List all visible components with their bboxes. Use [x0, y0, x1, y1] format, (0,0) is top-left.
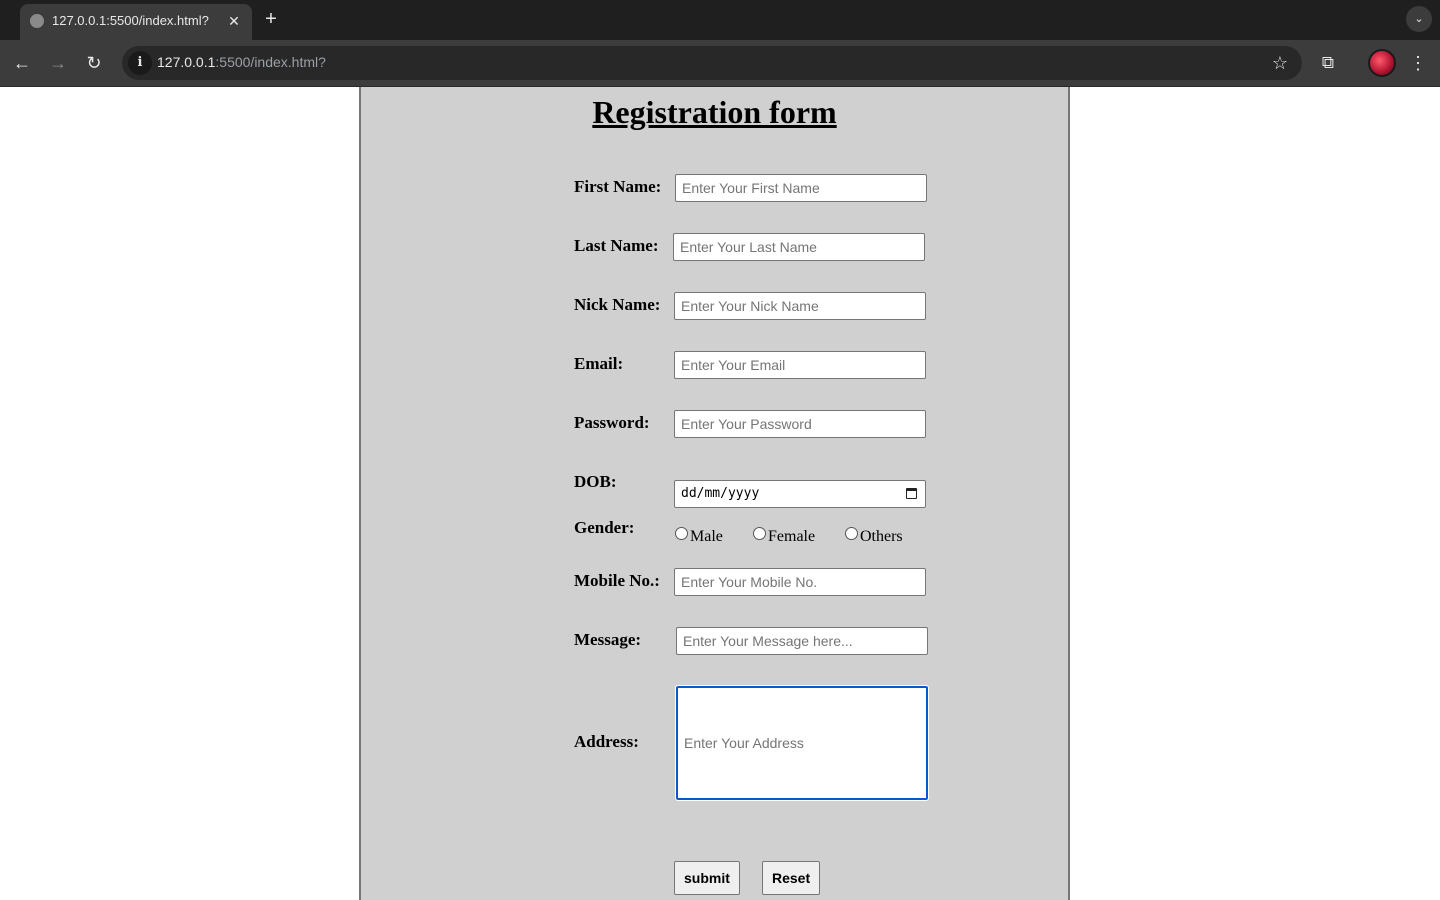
chevron-down-icon[interactable]: ⌄ [1406, 6, 1432, 32]
browser-toolbar: ← → ↻ i 127.0.0.1:5500/index.html? ☆ ⧉ ⋮ [0, 40, 1440, 87]
nick-name-label: Nick Name: [574, 295, 661, 314]
site-info-icon[interactable]: i [128, 51, 152, 75]
nick-name-input[interactable] [674, 292, 926, 320]
gender-option-male[interactable]: Male [675, 527, 723, 546]
email-label: Email: [574, 354, 624, 373]
dob-placeholder: dd/mm/yyyy [681, 486, 760, 501]
message-label: Message: [574, 630, 642, 649]
address-textarea[interactable] [675, 685, 929, 801]
new-tab-icon[interactable]: + [260, 9, 282, 31]
first-name-input[interactable] [675, 174, 927, 202]
address-label: Address: [574, 732, 639, 751]
reload-icon[interactable]: ↻ [82, 51, 106, 75]
message-input[interactable] [676, 627, 928, 655]
gender-male-label: Male [690, 528, 723, 545]
password-label: Password: [574, 413, 650, 432]
more-menu-icon[interactable]: ⋮ [1406, 51, 1430, 75]
mobile-input[interactable] [674, 568, 926, 596]
password-input[interactable] [674, 410, 926, 438]
tab-title: 127.0.0.1:5500/index.html? [52, 13, 209, 28]
address-bar[interactable]: i 127.0.0.1:5500/index.html? ☆ [122, 46, 1302, 80]
gender-others-label: Others [860, 528, 903, 545]
first-name-label: First Name: [574, 177, 662, 196]
url-path: :5500/index.html? [215, 54, 326, 70]
last-name-label: Last Name: [574, 236, 659, 255]
extensions-icon[interactable]: ⧉ [1316, 51, 1340, 75]
globe-icon [30, 14, 44, 28]
url-host: 127.0.0.1 [157, 54, 216, 70]
radio-others[interactable] [845, 527, 858, 540]
radio-female[interactable] [753, 527, 766, 540]
back-arrow-icon[interactable]: ← [10, 51, 34, 75]
last-name-input[interactable] [673, 233, 925, 261]
mobile-label: Mobile No.: [574, 571, 660, 590]
dob-date-input[interactable]: dd/mm/yyyy [674, 480, 926, 508]
form-title: Registration form [592, 94, 837, 130]
gender-option-others[interactable]: Others [845, 527, 903, 546]
gender-female-label: Female [768, 528, 816, 545]
gender-option-female[interactable]: Female [753, 527, 815, 546]
reset-button[interactable]: Reset [762, 861, 821, 895]
radio-male[interactable] [675, 527, 688, 540]
email-input[interactable] [674, 351, 926, 379]
browser-tab[interactable]: 127.0.0.1:5500/index.html? ✕ [20, 4, 252, 40]
forward-arrow-icon[interactable]: → [46, 51, 70, 75]
gender-label: Gender: [574, 518, 635, 537]
close-tab-icon[interactable]: ✕ [224, 11, 244, 31]
avatar[interactable] [1368, 49, 1396, 77]
dob-label: DOB: [574, 472, 617, 491]
tab-strip: 127.0.0.1:5500/index.html? ✕ + ⌄ [0, 0, 1440, 40]
registration-form: Registration form First Name: Last Name:… [359, 87, 1070, 900]
page-viewport: Registration form First Name: Last Name:… [0, 87, 1440, 900]
calendar-icon[interactable] [906, 488, 917, 499]
submit-button[interactable]: submit [674, 861, 740, 895]
bookmark-star-icon[interactable]: ☆ [1272, 51, 1288, 75]
url-text: 127.0.0.1:5500/index.html? [157, 54, 326, 70]
